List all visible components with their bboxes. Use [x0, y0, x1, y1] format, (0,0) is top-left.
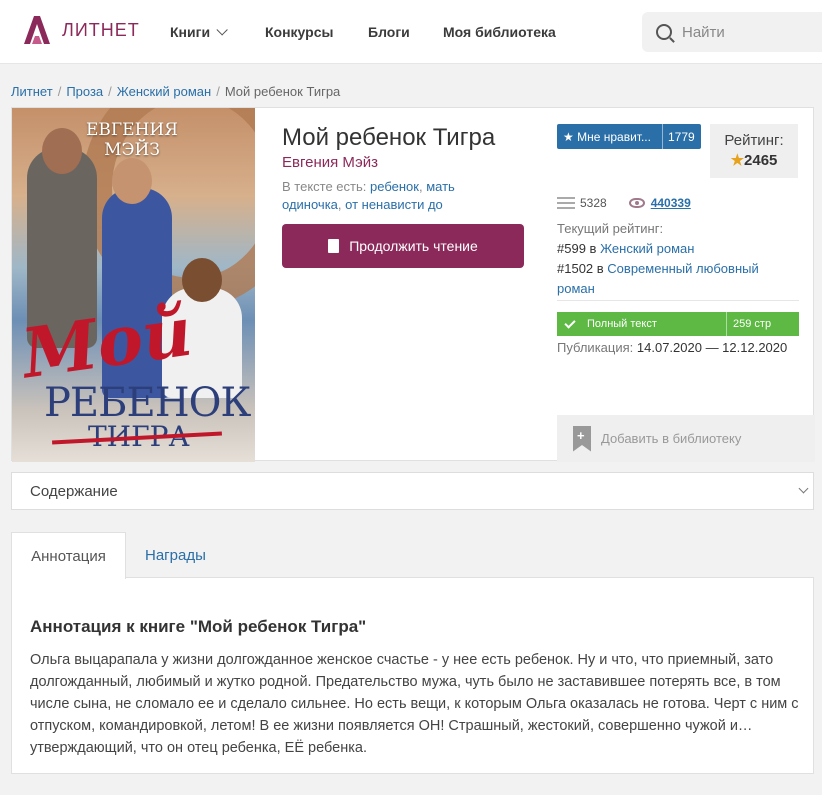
book-cover[interactable]: ЕВГЕНИЯ МЭЙЗ Мой РЕБЕНОК ТИГРА: [12, 108, 255, 462]
tag-link[interactable]: от ненависти до: [345, 197, 443, 212]
cover-author: ЕВГЕНИЯ МЭЙЗ: [86, 120, 178, 160]
cover-figure-woman-head: [112, 158, 152, 204]
nav-my-library[interactable]: Моя библиотека: [443, 0, 556, 64]
breadcrumb-separator: /: [108, 84, 112, 99]
contents-label: Содержание: [30, 482, 118, 500]
book-tags: В тексте есть: ребенок, мать одиночка, о…: [282, 179, 455, 212]
pages-count: 259 стр: [733, 318, 772, 330]
search-placeholder: Найти: [682, 23, 725, 41]
breadcrumb-current: Мой ребенок Тигра: [224, 84, 341, 99]
breadcrumb-separator: /: [216, 84, 220, 99]
rank-number: #599 в: [557, 241, 597, 256]
tags-label: В тексте есть:: [282, 179, 367, 194]
book-author[interactable]: Евгения Мэйз: [282, 154, 378, 171]
full-text-bar: Полный текст 259 стр: [557, 312, 799, 336]
book-title: Мой ребенок Тигра: [282, 124, 496, 151]
breadcrumb: Литнет / Проза / Женский роман / Мой реб…: [11, 84, 340, 99]
rating-value: 2465: [744, 152, 778, 169]
publication-label: Публикация:: [557, 340, 634, 355]
rating-box: Рейтинг: ★2465: [710, 124, 798, 178]
annotation-title: Аннотация к книге "Мой ребенок Тигра": [30, 617, 367, 636]
book-icon: [328, 239, 340, 253]
nav-contests[interactable]: Конкурсы: [265, 0, 333, 64]
add-to-library-label: Добавить в библиотеку: [601, 431, 742, 446]
tab-awards[interactable]: Награды: [145, 532, 206, 578]
like-label: ★ Мне нравит...: [557, 124, 663, 149]
publication-dates: 14.07.2020 — 12.12.2020: [636, 340, 788, 355]
nav-blogs[interactable]: Блоги: [368, 0, 410, 64]
book-stats: 5328 440339: [557, 196, 691, 210]
breadcrumb-genre[interactable]: Женский роман: [117, 84, 211, 99]
views-count[interactable]: 440339: [651, 196, 691, 210]
contents-select[interactable]: Содержание: [11, 472, 814, 510]
search-icon: [656, 24, 672, 40]
check-icon: [564, 317, 576, 329]
star-icon: ★: [730, 152, 745, 169]
tab-annotation[interactable]: Аннотация: [11, 532, 126, 579]
tag-link[interactable]: ребенок: [370, 179, 419, 194]
full-text-section: Полный текст: [557, 312, 727, 336]
rating-label: Рейтинг:: [724, 132, 784, 149]
search-input[interactable]: Найти: [642, 12, 822, 52]
current-rating: Текущий рейтинг: #599 в Женский роман #1…: [557, 219, 797, 299]
rank-number: #1502 в: [557, 261, 604, 276]
logo-icon: [24, 16, 50, 44]
book-card: ЕВГЕНИЯ МЭЙЗ Мой РЕБЕНОК ТИГРА Мой ребен…: [11, 107, 815, 462]
divider: [557, 300, 799, 301]
nav-books-label: Книги: [170, 24, 211, 40]
annotation-text: Ольга выцарапала у жизни долгожданное же…: [30, 652, 799, 756]
chevron-down-icon: [216, 24, 228, 36]
publication: Публикация: 14.07.2020 — 12.12.2020: [557, 340, 787, 355]
like-button[interactable]: ★ Мне нравит... 1779: [557, 124, 701, 149]
library-count: 5328: [580, 196, 607, 210]
books-stack-icon: [557, 197, 575, 209]
cover-figure-boy-head: [182, 258, 222, 302]
logo-text: ЛИТНЕТ: [62, 19, 140, 40]
rank-row: #1502 в Современный любовный роман: [557, 259, 797, 299]
breadcrumb-prose[interactable]: Проза: [66, 84, 103, 99]
rank-genre-link[interactable]: Женский роман: [600, 241, 694, 256]
continue-reading-label: Продолжить чтение: [349, 238, 478, 254]
current-rating-label: Текущий рейтинг:: [557, 221, 664, 236]
breadcrumb-litnet[interactable]: Литнет: [11, 84, 53, 99]
bookmark-plus-icon: [573, 425, 591, 452]
annotation-panel: Аннотация к книге "Мой ребенок Тигра" Ол…: [11, 577, 814, 774]
nav-books[interactable]: Книги: [170, 0, 228, 64]
like-count: 1779: [668, 129, 695, 144]
rank-row: #599 в Женский роман: [557, 239, 797, 259]
logo[interactable]: ЛИТНЕТ: [22, 14, 140, 46]
continue-reading-button[interactable]: Продолжить чтение: [282, 224, 524, 268]
add-to-library-button[interactable]: Добавить в библиотеку: [557, 415, 815, 462]
breadcrumb-separator: /: [57, 84, 62, 99]
rating-value-row: ★2465: [710, 151, 798, 169]
site-header: ЛИТНЕТ Книги Конкурсы Блоги Моя библиоте…: [0, 0, 822, 64]
chevron-down-icon: [798, 483, 809, 494]
full-text-label: Полный текст: [587, 318, 657, 330]
eye-icon: [628, 198, 645, 208]
